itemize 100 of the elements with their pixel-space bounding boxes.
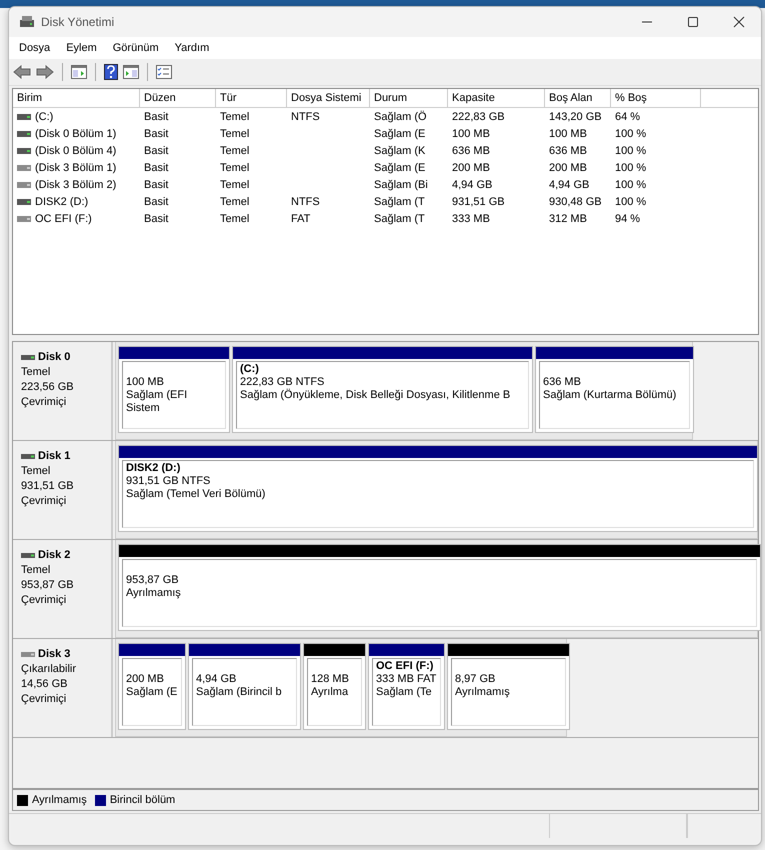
column-header[interactable]: Kapasite: [448, 89, 545, 107]
table-cell: 100 %: [615, 162, 646, 174]
disk-type: Temel: [21, 563, 52, 578]
column-header[interactable]: % Boş: [611, 89, 701, 107]
partition-block[interactable]: 636 MB Sağlam (Kurtarma Bölümü): [535, 346, 694, 433]
table-cell: Basit: [144, 212, 168, 224]
table-cell: 100 %: [615, 144, 646, 156]
partition-block[interactable]: OC EFI (F:) 333 MB FAT Sağlam (Te: [368, 643, 445, 730]
table-cell: 94 %: [615, 212, 640, 224]
table-cell: Sağlam (Ö: [374, 110, 427, 122]
menu-item[interactable]: Dosya: [19, 42, 50, 54]
partition-block[interactable]: (C:) 222,83 GB NTFS Sağlam (Önyükleme, Disk Belleği Dosyası, Kilitlenme B: [232, 346, 533, 433]
table-cell: 931,51 GB: [452, 196, 505, 208]
partition-text: 100 MB: [126, 376, 165, 389]
table-cell: Sağlam (E: [374, 162, 426, 174]
partition-text: Sağlam (Temel Veri Bölümü): [126, 488, 266, 501]
disk-name: Disk 3: [38, 647, 70, 662]
partition-text: 200 MB: [126, 673, 165, 686]
partition-block[interactable]: 953,87 GB Ayrılmamış: [118, 544, 761, 631]
table-cell: Basit: [144, 196, 168, 208]
table-cell: FAT: [291, 212, 310, 224]
column-header[interactable]: Durum: [370, 89, 448, 107]
partition-block[interactable]: 100 MB Sağlam (EFI Sistem: [118, 346, 230, 433]
partition-text: 222,83 GB NTFS: [240, 376, 326, 388]
table-cell: Sağlam (Bi: [374, 178, 428, 190]
table-cell: Temel: [220, 110, 250, 122]
properties-icon[interactable]: [156, 65, 172, 79]
partition-text: Sağlam (E: [126, 686, 178, 699]
disk-size: 953,87 GB: [21, 578, 75, 593]
partition-block[interactable]: 8,97 GB Ayrılmamış: [447, 643, 570, 730]
disk-status: Çevrimiçi: [21, 494, 68, 509]
partition-text: 333 MB FAT: [376, 673, 437, 686]
table-cell: 636 MB: [452, 144, 490, 156]
disk-drive-icon: [19, 15, 35, 29]
action-pane-icon[interactable]: [123, 65, 139, 79]
table-cell: Temel: [220, 178, 250, 190]
partition-text: Sağlam (Birincil b: [196, 686, 283, 699]
column-header[interactable]: Boş Alan: [545, 89, 611, 107]
close-icon[interactable]: [733, 16, 745, 28]
partition-block[interactable]: 4,94 GB Sağlam (Birincil b: [188, 643, 301, 730]
table-cell: 222,83 GB: [452, 110, 505, 122]
table-cell: (Disk 0 Bölüm 4): [35, 144, 116, 156]
table-cell: Temel: [220, 196, 250, 208]
window-title: Disk Yönetimi: [41, 15, 114, 29]
table-cell: 333 MB: [452, 212, 490, 224]
column-header[interactable]: Düzen: [140, 89, 216, 107]
disk-status: Çevrimiçi: [21, 395, 68, 410]
partition-label: OC EFI (F:): [376, 660, 434, 673]
maximize-icon[interactable]: [687, 16, 699, 28]
table-cell: (C:): [35, 110, 54, 122]
partition-text: 8,97 GB: [455, 673, 496, 686]
partition-text: Ayrılmamış: [126, 587, 182, 600]
table-cell: Basit: [144, 178, 168, 190]
table-cell: 4,94 GB: [549, 178, 590, 190]
column-header[interactable]: Tür: [216, 89, 287, 107]
table-cell: Basit: [144, 162, 168, 174]
back-arrow-icon[interactable]: [13, 65, 31, 79]
table-cell: Basit: [144, 128, 168, 140]
partition-block[interactable]: DISK2 (D:) 931,51 GB NTFS Sağlam (Temel Veri Bölümü): [118, 445, 758, 532]
partition-text: 636 MB: [543, 376, 582, 389]
menu-item[interactable]: Eylem: [66, 42, 97, 54]
console-tree-icon[interactable]: [71, 65, 87, 79]
table-cell: NTFS: [291, 196, 320, 208]
disk-size: 931,51 GB: [21, 479, 75, 494]
partition-text: Sağlam (Te: [376, 686, 433, 699]
menu-item[interactable]: Görünüm: [112, 42, 159, 54]
partition-block[interactable]: 200 MB Sağlam (E: [118, 643, 186, 730]
table-cell: DISK2 (D:): [35, 196, 88, 208]
forward-arrow-icon[interactable]: [36, 65, 54, 79]
table-cell: Sağlam (T: [374, 212, 425, 224]
table-cell: Temel: [220, 162, 250, 174]
table-cell: Basit: [144, 144, 168, 156]
partition-text: 128 MB: [311, 673, 350, 686]
menu-item[interactable]: Yardım: [174, 42, 210, 54]
column-header[interactable]: Birim: [13, 89, 140, 107]
help-icon[interactable]: [104, 64, 118, 80]
partition-text: Sağlam (EFI Sistem: [126, 389, 188, 415]
disk-status: Çevrimiçi: [21, 593, 68, 608]
table-cell: Temel: [220, 144, 250, 156]
table-cell: (Disk 3 Bölüm 2): [35, 178, 116, 190]
disk-name: Disk 2: [38, 548, 70, 563]
disk-size: 14,56 GB: [21, 677, 68, 692]
partition-label: (C:): [240, 363, 260, 376]
table-cell: 100 %: [615, 196, 646, 208]
partition-text: Sağlam (Önyükleme, Disk Belleği Dosyası, Kilitlenme B: [240, 389, 512, 402]
table-cell: 64 %: [615, 110, 640, 122]
partition-text: 953,87 GB: [126, 574, 180, 587]
disk-name: Disk 1: [38, 449, 70, 464]
partition-text: 4,94 GB: [196, 673, 238, 686]
partition-text: 931,51 GB NTFS: [126, 475, 212, 488]
table-cell: Sağlam (T: [374, 196, 425, 208]
table-cell: 100 %: [615, 128, 646, 140]
table-cell: Sağlam (K: [374, 144, 426, 156]
partition-block[interactable]: 128 MB Ayrılma: [303, 643, 366, 730]
table-cell: Basit: [144, 110, 168, 122]
table-cell: 200 MB: [549, 162, 587, 174]
table-cell: (Disk 0 Bölüm 1): [35, 128, 116, 140]
table-cell: 100 %: [615, 178, 646, 190]
column-header[interactable]: Dosya Sistemi: [287, 89, 370, 107]
disk-type: Temel: [21, 365, 52, 380]
